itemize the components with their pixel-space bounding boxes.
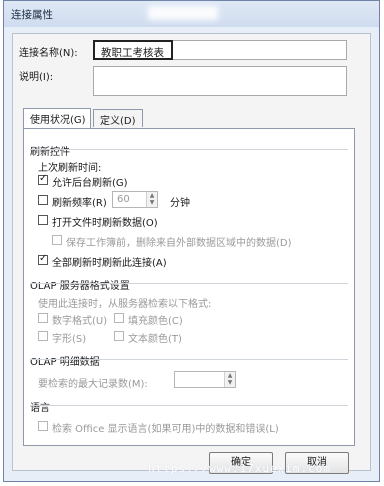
check-icon: ✓ xyxy=(39,173,48,184)
max-records-label: 要检索的最大记录数(M): xyxy=(38,379,148,390)
tab-definition[interactable]: 定义(D) xyxy=(93,109,143,127)
olap-detail-group-label: OLAP 明细数据 xyxy=(30,353,105,368)
usage-panel: 刷新控件 上次刷新时间: ✓ 允许后台刷新(G) 刷新频率(R) 60 ▲ ▼ 分… xyxy=(23,128,355,446)
connection-name-input-tail[interactable] xyxy=(173,40,347,60)
divider xyxy=(30,283,348,284)
refresh-interval-spinner[interactable]: 60 ▲ ▼ xyxy=(112,191,158,208)
max-records-spinner[interactable]: ▲ ▼ xyxy=(174,371,236,388)
connection-name-input[interactable]: 教职工考核表 xyxy=(93,40,173,60)
connection-name-label: 连接名称(N): xyxy=(19,48,78,59)
background-refresh-label: 允许后台刷新(G) xyxy=(52,178,128,189)
dialog-title: 连接属性 xyxy=(11,9,53,21)
font-style-label: 字形(S) xyxy=(52,334,87,345)
title-bar: 连接属性 xyxy=(4,1,379,27)
refresh-interval-checkbox[interactable] xyxy=(38,195,48,205)
fill-color-checkbox[interactable] xyxy=(114,313,124,323)
check-icon: ✓ xyxy=(39,253,48,264)
description-input[interactable] xyxy=(93,66,347,96)
watermark-smudge xyxy=(148,6,218,20)
description-label: 说明(I): xyxy=(19,72,54,83)
refresh-all-checkbox[interactable]: ✓ xyxy=(38,253,48,265)
office-language-label: 检索 Office 显示语言(如果可用)中的数据和错误(L) xyxy=(52,424,279,435)
number-format-checkbox[interactable] xyxy=(38,313,48,323)
spinner-arrows-icon[interactable]: ▲ ▼ xyxy=(224,372,235,387)
divider xyxy=(30,405,348,406)
fill-color-label: 填充颜色(C) xyxy=(128,316,183,327)
dialog-content: 连接名称(N): 教职工考核表 说明(I): 使用状况(G) 定义(D) 刷新控… xyxy=(12,33,371,474)
font-style-checkbox[interactable] xyxy=(38,331,48,341)
olap-detail-group-header: OLAP 明细数据 xyxy=(30,353,348,368)
divider xyxy=(30,149,348,150)
refresh-interval-label: 刷新频率(R) xyxy=(52,198,107,209)
olap-format-group-label: OLAP 服务器格式设置 xyxy=(30,277,135,292)
olap-format-description: 使用此连接时，从服务器检索以下格式: xyxy=(38,299,212,310)
connection-properties-dialog: 连接属性 连接名称(N): 教职工考核表 说明(I): 使用状况(G) 定义(D… xyxy=(3,0,380,482)
remove-data-checkbox[interactable] xyxy=(52,235,62,245)
refresh-interval-value: 60 xyxy=(117,194,130,205)
refresh-all-label: 全部刷新时刷新此连接(A) xyxy=(52,258,167,269)
tab-usage[interactable]: 使用状况(G) xyxy=(23,108,91,128)
refresh-on-open-label: 打开文件时刷新数据(O) xyxy=(52,218,158,229)
number-format-label: 数字格式(U) xyxy=(52,316,108,327)
refresh-interval-unit: 分钟 xyxy=(170,198,190,209)
office-language-checkbox[interactable] xyxy=(38,421,48,431)
language-group-label: 语言 xyxy=(30,399,55,414)
last-refresh-label: 上次刷新时间: xyxy=(38,163,102,174)
watermark-text: https://www.17xuexim.com xyxy=(148,462,331,475)
spinner-arrows-icon[interactable]: ▲ ▼ xyxy=(146,192,157,207)
remove-data-label: 保存工作簿前，删除来自外部数据区域中的数据(D) xyxy=(66,238,292,249)
text-color-checkbox[interactable] xyxy=(114,331,124,341)
refresh-group-header: 刷新控件 xyxy=(30,143,348,158)
tab-definition-label: 定义(D) xyxy=(100,116,136,127)
text-color-label: 文本颜色(T) xyxy=(128,334,182,345)
tab-usage-label: 使用状况(G) xyxy=(30,115,86,126)
language-group-header: 语言 xyxy=(30,399,348,414)
olap-format-group-header: OLAP 服务器格式设置 xyxy=(30,277,348,292)
background-refresh-checkbox[interactable]: ✓ xyxy=(38,173,48,185)
refresh-on-open-checkbox[interactable] xyxy=(38,215,48,225)
divider xyxy=(30,359,348,360)
refresh-group-label: 刷新控件 xyxy=(30,143,75,158)
